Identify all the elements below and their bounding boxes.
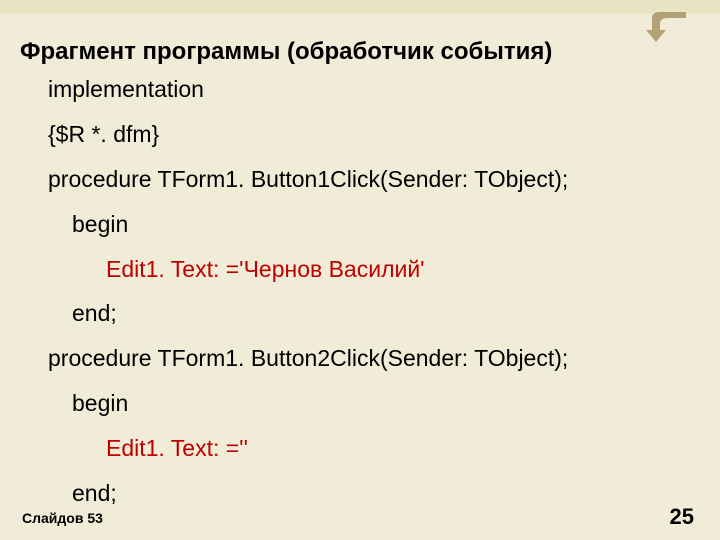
code-line: procedure TForm1. Button1Click(Sender: T… <box>20 157 700 202</box>
code-line: implementation <box>20 67 700 112</box>
code-line: end; <box>20 471 700 516</box>
code-line-highlight: Edit1. Text: ='Чернов Василий' <box>20 247 700 292</box>
slide: Фрагмент программы (обработчик события) … <box>0 0 720 540</box>
code-line: begin <box>20 202 700 247</box>
code-line-highlight: Edit1. Text: ='' <box>20 426 700 471</box>
top-accent-strip <box>0 0 720 14</box>
code-line: begin <box>20 381 700 426</box>
slide-title: Фрагмент программы (обработчик события) <box>20 36 700 67</box>
return-arrow-icon[interactable] <box>646 12 688 51</box>
code-line: {$R *. dfm} <box>20 112 700 157</box>
code-line: end; <box>20 291 700 336</box>
slide-count-label: Слайдов 53 <box>22 510 103 526</box>
page-number: 25 <box>670 504 694 530</box>
code-line: procedure TForm1. Button2Click(Sender: T… <box>20 336 700 381</box>
